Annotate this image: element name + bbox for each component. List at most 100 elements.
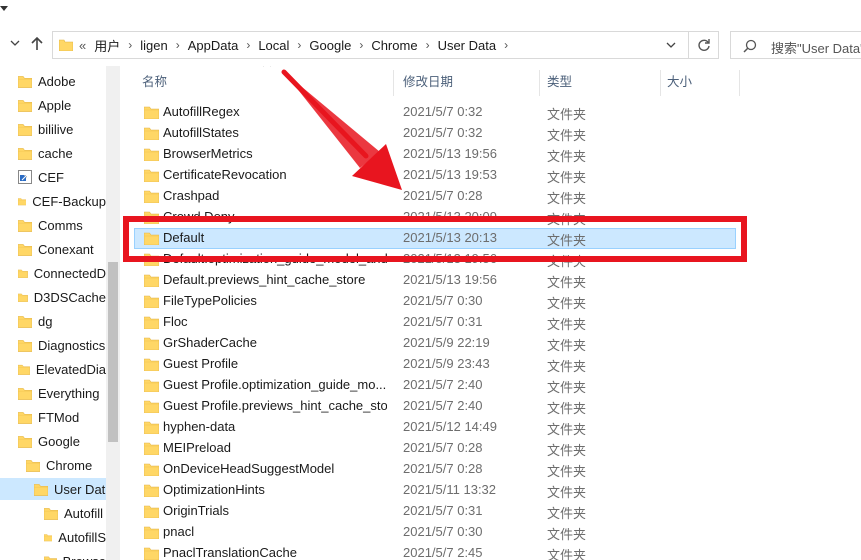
file-date: 2021/5/7 2:45 [403, 545, 483, 560]
column-divider[interactable] [660, 70, 661, 96]
shortcut-folder-icon [18, 170, 32, 184]
folder-icon [143, 106, 160, 120]
file-row[interactable]: Floc 2021/5/7 0:31 文件夹 [120, 312, 861, 333]
address-dropdown-icon[interactable] [666, 41, 676, 49]
column-divider[interactable] [739, 70, 740, 96]
file-type: 文件夹 [547, 149, 587, 164]
sidebar-item[interactable]: Everything [18, 382, 106, 404]
file-row[interactable]: CertificateRevocation 2021/5/13 19:53 文件夹 [120, 165, 861, 186]
sidebar-item[interactable]: FTMod [18, 406, 106, 428]
sidebar-item[interactable]: Comms [18, 214, 106, 236]
sidebar-item[interactable]: bililive [18, 118, 106, 140]
breadcrumb-item[interactable]: AppData [188, 38, 239, 53]
breadcrumb-item[interactable]: ligen [140, 38, 167, 53]
ribbon-expand-icon[interactable] [0, 6, 8, 12]
file-name: OptimizationHints [163, 482, 265, 497]
column-divider[interactable] [539, 70, 540, 96]
breadcrumb-item[interactable]: Chrome [371, 38, 417, 53]
sidebar-item[interactable]: Autofill [44, 502, 106, 524]
breadcrumb-separator-icon[interactable]: › [504, 38, 508, 52]
file-row[interactable]: BrowserMetrics 2021/5/13 19:56 文件夹 [120, 144, 861, 165]
sidebar-item[interactable]: dg [18, 310, 106, 332]
file-row[interactable]: Crashpad 2021/5/7 0:28 文件夹 [120, 186, 861, 207]
sidebar-item[interactable]: Adobe [18, 70, 106, 92]
sidebar-item[interactable]: Chrome [26, 454, 106, 476]
breadcrumb-separator-icon[interactable]: › [128, 38, 132, 52]
file-row[interactable]: Guest Profile.previews_hint_cache_sto...… [120, 396, 861, 417]
file-row[interactable]: GrShaderCache 2021/5/9 22:19 文件夹 [120, 333, 861, 354]
breadcrumb-separator-icon[interactable]: › [176, 38, 180, 52]
file-type: 文件夹 [547, 296, 587, 311]
folder-icon [18, 243, 32, 256]
sidebar-item[interactable]: Diagnostics [18, 334, 106, 356]
file-row[interactable]: PnaclTranslationCache 2021/5/7 2:45 文件夹 [120, 543, 861, 560]
sidebar-item-label: Browse [63, 554, 106, 560]
folder-icon [143, 190, 160, 204]
file-type: 文件夹 [547, 464, 587, 479]
column-type[interactable]: 类型 [547, 66, 572, 98]
refresh-button[interactable] [689, 31, 719, 59]
breadcrumb-separator-icon[interactable]: › [426, 38, 430, 52]
sidebar-item[interactable]: D3DSCache [18, 286, 106, 308]
column-name[interactable]: 名称 [142, 66, 167, 98]
sidebar-item[interactable]: Apple [18, 94, 106, 116]
up-arrow-icon[interactable] [29, 36, 45, 52]
file-name: OnDeviceHeadSuggestModel [163, 461, 335, 476]
sidebar-item-label: Diagnostics [38, 337, 106, 353]
sidebar-item[interactable]: cache [18, 142, 106, 164]
sidebar-item[interactable]: Google [18, 430, 106, 452]
breadcrumb-item[interactable]: Google [309, 38, 351, 53]
recent-locations-chevron-icon[interactable] [10, 38, 20, 48]
sidebar-item-label: Comms [38, 217, 83, 233]
breadcrumb-overflow[interactable]: « [79, 38, 86, 53]
file-row[interactable]: AutofillRegex 2021/5/7 0:32 文件夹 [120, 102, 861, 123]
folder-icon [18, 197, 27, 205]
column-header: 名称 修改日期 类型 大小 [120, 66, 861, 98]
file-date: 2021/5/9 23:43 [403, 356, 490, 371]
refresh-icon [698, 39, 710, 51]
breadcrumb-item[interactable]: Local [258, 38, 289, 53]
sidebar-item[interactable]: CEF-Backup [18, 190, 106, 212]
address-bar[interactable]: « 用户 › ligen › AppData › Local › Google › Chrome › U… [52, 31, 689, 59]
search-input[interactable]: 搜索"User Data" [730, 31, 861, 59]
file-type: 文件夹 [547, 275, 587, 290]
folder-icon [34, 483, 48, 496]
folder-icon [18, 387, 32, 400]
file-name: PnaclTranslationCache [163, 545, 297, 560]
sidebar-item[interactable]: Conexant [18, 238, 106, 260]
file-row[interactable]: OnDeviceHeadSuggestModel 2021/5/7 0:28 文件夹 [120, 459, 861, 480]
file-row[interactable]: pnacl 2021/5/7 0:30 文件夹 [120, 522, 861, 543]
sidebar-item-label: ElevatedDia [35, 361, 106, 377]
file-row[interactable]: MEIPreload 2021/5/7 0:28 文件夹 [120, 438, 861, 459]
sidebar-item[interactable]: Browse [44, 550, 106, 560]
breadcrumb-item[interactable]: 用户 [94, 36, 120, 55]
folder-icon [143, 295, 160, 309]
file-row[interactable]: AutofillStates 2021/5/7 0:32 文件夹 [120, 123, 861, 144]
breadcrumb-separator-icon[interactable]: › [359, 38, 363, 52]
file-list: 名称 修改日期 类型 大小 AutofillRegex 2021/5/7 0:32… [120, 66, 861, 560]
file-row[interactable]: Default.previews_hint_cache_store 2021/5/… [120, 270, 861, 291]
sidebar-item[interactable]: ElevatedDia [18, 358, 106, 380]
file-date: 2021/5/7 0:31 [403, 503, 483, 518]
breadcrumb-separator-icon[interactable]: › [246, 38, 250, 52]
folder-icon [26, 459, 40, 472]
address-row: « 用户 › ligen › AppData › Local › Google › Chrome › U… [0, 26, 861, 66]
column-size[interactable]: 大小 [667, 66, 692, 98]
folder-icon [18, 123, 32, 136]
file-row[interactable]: hyphen-data 2021/5/12 14:49 文件夹 [120, 417, 861, 438]
sidebar-item-label: Apple [38, 97, 72, 113]
sidebar-item[interactable]: AutofillS [44, 526, 106, 548]
breadcrumb-item[interactable]: User Data [438, 38, 497, 53]
sidebar-item[interactable]: CEF [18, 166, 106, 188]
file-row[interactable]: FileTypePolicies 2021/5/7 0:30 文件夹 [120, 291, 861, 312]
file-row[interactable]: Guest Profile 2021/5/9 23:43 文件夹 [120, 354, 861, 375]
file-name: Guest Profile.optimization_guide_mo... [163, 377, 387, 392]
breadcrumb-separator-icon[interactable]: › [297, 38, 301, 52]
file-row[interactable]: Guest Profile.optimization_guide_mo... 20… [120, 375, 861, 396]
file-row[interactable]: OptimizationHints 2021/5/11 13:32 文件夹 [120, 480, 861, 501]
file-row[interactable]: OriginTrials 2021/5/7 0:31 文件夹 [120, 501, 861, 522]
navigation-scrollbar[interactable] [106, 66, 120, 560]
sidebar-item[interactable]: ConnectedD [18, 262, 106, 284]
scrollbar-thumb[interactable] [108, 262, 118, 442]
sidebar-item[interactable]: User Dat [0, 478, 120, 500]
